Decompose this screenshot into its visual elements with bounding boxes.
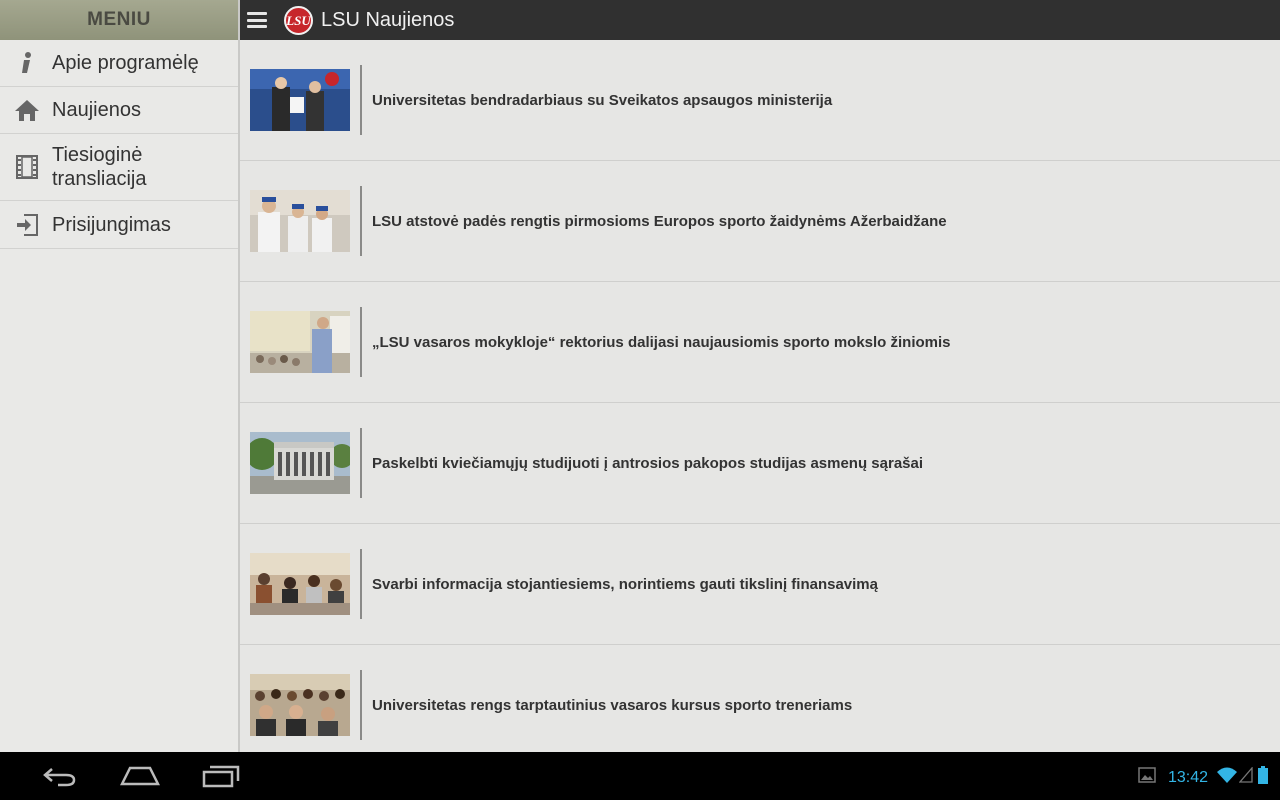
lsu-logo[interactable]: LSU xyxy=(284,5,313,35)
menu-item-label: Tiesioginė transliacija xyxy=(52,144,147,190)
menu-item-label: Naujienos xyxy=(52,99,141,121)
item-divider xyxy=(360,65,362,135)
news-thumbnail xyxy=(250,553,350,615)
menu-item-label: Prisijungimas xyxy=(52,213,171,236)
info-icon xyxy=(14,50,40,76)
hamburger-menu-icon[interactable] xyxy=(247,12,267,28)
item-divider xyxy=(360,307,362,377)
home-icon xyxy=(14,97,40,123)
home-button-icon[interactable] xyxy=(119,764,161,793)
news-title: Svarbi informacija stojantiesiems, norin… xyxy=(372,575,878,593)
login-icon xyxy=(14,212,40,238)
recent-apps-icon[interactable] xyxy=(202,764,240,793)
film-icon xyxy=(14,154,40,180)
navigation-drawer: MENIU Apie programėlę Naujienos Tiesiogi… xyxy=(0,0,240,752)
menu-item-label: Apie programėlę xyxy=(52,52,199,74)
news-thumbnail xyxy=(250,432,350,494)
app-title: LSU Naujienos xyxy=(321,8,455,31)
news-title: „LSU vasaros mokykloje“ rektorius dalija… xyxy=(372,333,951,351)
item-divider xyxy=(360,549,362,619)
news-thumbnail xyxy=(250,674,350,736)
news-list-item[interactable]: „LSU vasaros mokykloje“ rektorius dalija… xyxy=(240,282,1280,403)
news-title: Universitetas rengs tarptautinius vasaro… xyxy=(372,696,853,714)
status-area: 13:42 xyxy=(1138,766,1268,789)
news-list: Universitetas bendradarbiaus su Sveikato… xyxy=(240,40,1280,752)
news-list-item[interactable]: Universitetas bendradarbiaus su Sveikato… xyxy=(240,40,1280,161)
system-navigation-bar: 13:42 xyxy=(0,752,1280,800)
back-icon[interactable] xyxy=(42,764,78,793)
item-divider xyxy=(360,670,362,740)
action-bar: LSU LSU Naujienos xyxy=(240,0,1280,40)
news-list-item[interactable]: Svarbi informacija stojantiesiems, norin… xyxy=(240,524,1280,645)
signal-icon xyxy=(1238,766,1253,788)
news-title: Universitetas bendradarbiaus su Sveikato… xyxy=(372,91,833,109)
wifi-icon xyxy=(1216,766,1238,789)
battery-icon xyxy=(1258,766,1268,789)
gallery-notification-icon xyxy=(1138,767,1156,788)
svg-text:LSU: LSU xyxy=(286,13,311,28)
news-list-item[interactable]: Universitetas rengs tarptautinius vasaro… xyxy=(240,645,1280,752)
item-divider xyxy=(360,428,362,498)
drawer-header: MENIU xyxy=(0,0,238,40)
news-thumbnail xyxy=(250,190,350,252)
news-list-item[interactable]: LSU atstovė padės rengtis pirmosioms Eur… xyxy=(240,161,1280,282)
news-title: LSU atstovė padės rengtis pirmosioms Eur… xyxy=(372,212,947,230)
menu-item-about[interactable]: Apie programėlę xyxy=(0,40,238,87)
menu-item-login[interactable]: Prisijungimas xyxy=(0,201,238,249)
news-title: Paskelbti kviečiamųjų studijuoti į antro… xyxy=(372,454,924,472)
item-divider xyxy=(360,186,362,256)
menu-item-live-stream[interactable]: Tiesioginė transliacija xyxy=(0,134,238,201)
menu-item-news[interactable]: Naujienos xyxy=(0,87,238,134)
news-list-item[interactable]: Paskelbti kviečiamųjų studijuoti į antro… xyxy=(240,403,1280,524)
clock: 13:42 xyxy=(1167,768,1208,786)
news-thumbnail xyxy=(250,311,350,373)
news-thumbnail xyxy=(250,69,350,131)
